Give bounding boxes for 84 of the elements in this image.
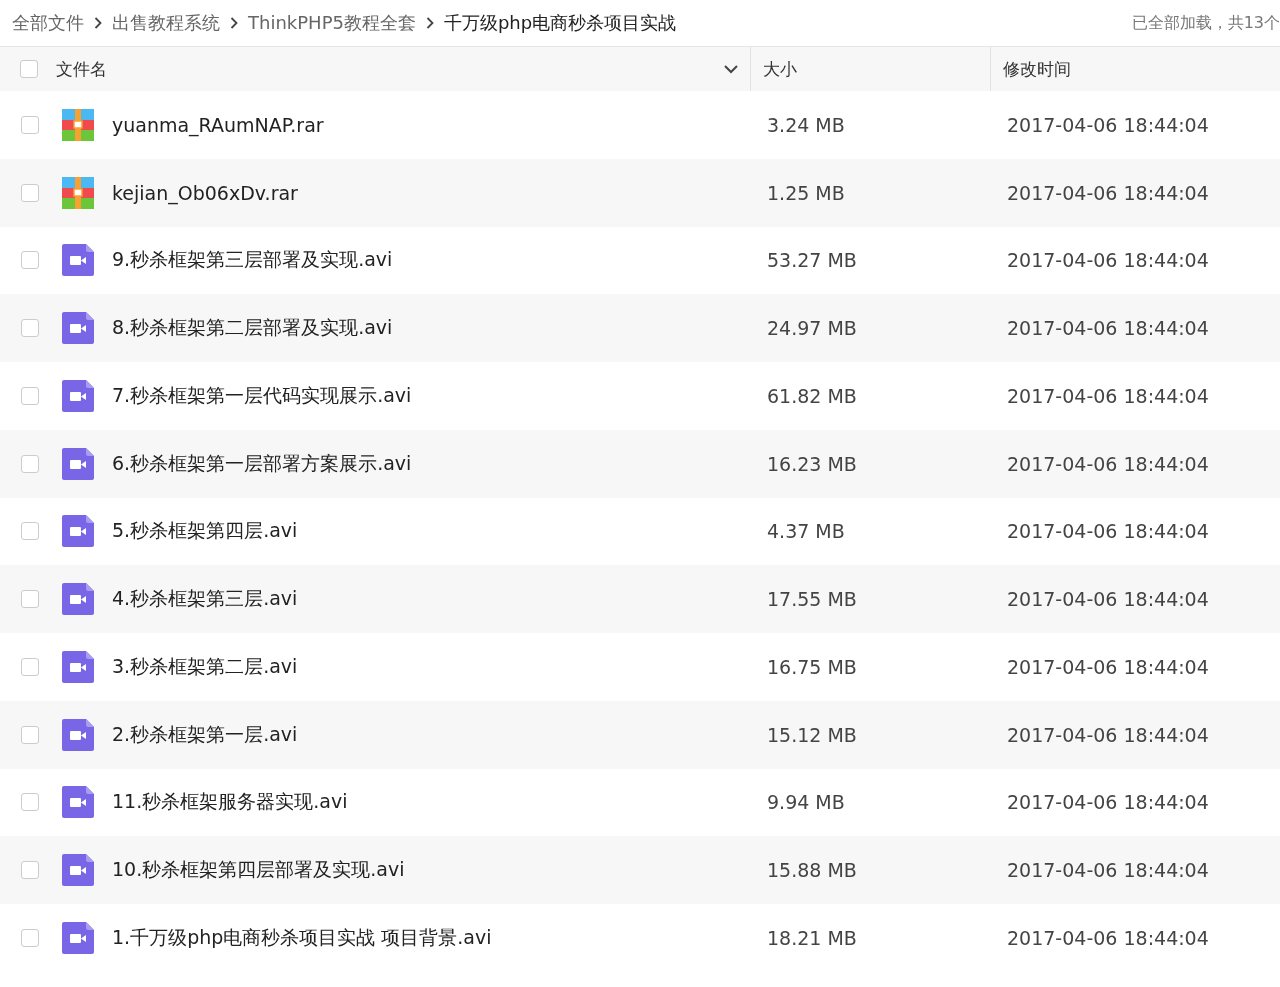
file-name: 7.秒杀框架第一层代码实现展示.avi — [112, 382, 412, 408]
file-name: 3.秒杀框架第二层.avi — [112, 653, 298, 679]
file-size: 61.82 MB — [766, 384, 857, 407]
chevron-right-icon — [230, 17, 238, 29]
row-checkbox[interactable] — [21, 590, 39, 609]
row-checkbox[interactable] — [21, 928, 39, 947]
file-name: 2.秒杀框架第一层.avi — [112, 721, 298, 747]
modified-time: 2017-04-06 18:44:04 — [1006, 520, 1209, 543]
chevron-down-icon[interactable] — [724, 64, 738, 74]
video-file-icon — [62, 650, 94, 683]
file-row[interactable]: 10.秒杀框架第四层部署及实现.avi 15.88 MB 2017-04-06 18:44:04 — [0, 836, 1280, 904]
file-size: 17.55 MB — [766, 588, 857, 611]
modified-time: 2017-04-06 18:44:04 — [1006, 655, 1209, 678]
file-row[interactable]: kejian_Ob06xDv.rar 1.25 MB 2017-04-06 18:44:04 — [0, 158, 1280, 227]
row-checkbox[interactable] — [21, 861, 39, 880]
breadcrumb-link[interactable]: 千万级php电商秒杀项目实战 — [443, 11, 677, 35]
modified-time: 2017-04-06 18:44:04 — [1006, 926, 1209, 949]
file-name: 5.秒杀框架第四层.avi — [112, 518, 298, 544]
modified-time: 2017-04-06 18:44:04 — [1006, 249, 1209, 272]
modified-time: 2017-04-06 18:44:04 — [1006, 588, 1209, 611]
file-size: 4.37 MB — [766, 520, 845, 543]
load-status: 已全部加载，共13个 — [1131, 12, 1280, 34]
file-row[interactable]: 8.秒杀框架第二层部署及实现.avi 24.97 MB 2017-04-06 18:44:04 — [0, 294, 1280, 362]
breadcrumb-link[interactable]: ThinkPHP5教程全套 — [248, 11, 416, 35]
breadcrumb-link[interactable]: 全部文件 — [12, 11, 84, 35]
breadcrumb-link[interactable]: 出售教程系统 — [112, 11, 220, 35]
file-size: 3.24 MB — [766, 113, 845, 136]
file-name: 8.秒杀框架第二层部署及实现.avi — [112, 315, 393, 341]
video-file-icon — [62, 379, 94, 412]
column-header[interactable]: 修改时间 — [1003, 57, 1071, 81]
archive-icon — [62, 176, 94, 209]
video-file-icon — [62, 244, 94, 277]
file-row[interactable]: 6.秒杀框架第一层部署方案展示.avi 16.23 MB 2017-04-06 18:44:04 — [0, 429, 1280, 498]
file-name: kejian_Ob06xDv.rar — [112, 181, 298, 204]
file-name: 9.秒杀框架第三层部署及实现.avi — [112, 247, 393, 273]
row-checkbox[interactable] — [21, 522, 39, 541]
chevron-right-icon — [425, 17, 434, 29]
modified-time: 2017-04-06 18:44:04 — [1006, 384, 1209, 407]
video-file-icon — [62, 921, 94, 954]
video-file-icon — [62, 718, 94, 751]
row-checkbox[interactable] — [21, 183, 39, 202]
select-all-checkbox[interactable] — [20, 60, 38, 78]
column-header[interactable]: 文件名 — [56, 57, 107, 81]
modified-time: 2017-04-06 18:44:04 — [1006, 181, 1209, 204]
column-header[interactable]: 大小 — [763, 57, 797, 81]
video-file-icon — [62, 447, 94, 480]
video-file-icon — [62, 312, 94, 345]
file-name: yuanma_RAumNAP.rar — [112, 113, 324, 136]
modified-time: 2017-04-06 18:44:04 — [1006, 317, 1209, 340]
modified-time: 2017-04-06 18:44:04 — [1006, 452, 1209, 475]
video-file-icon — [62, 583, 94, 616]
row-checkbox[interactable] — [21, 386, 39, 405]
file-name: 11.秒杀框架服务器实现.avi — [112, 789, 348, 815]
modified-time: 2017-04-06 18:44:04 — [1006, 723, 1209, 746]
file-size: 15.88 MB — [766, 859, 857, 882]
row-checkbox[interactable] — [21, 793, 39, 812]
chevron-right-icon — [94, 17, 102, 29]
file-size: 24.97 MB — [766, 317, 857, 340]
row-checkbox[interactable] — [21, 454, 39, 473]
video-file-icon — [62, 515, 94, 548]
file-size: 15.12 MB — [766, 723, 857, 746]
row-checkbox[interactable] — [21, 725, 39, 744]
file-name: 4.秒杀框架第三层.avi — [112, 586, 298, 612]
file-name: 6.秒杀框架第一层部署方案展示.avi — [112, 450, 412, 476]
file-size: 16.23 MB — [766, 452, 857, 475]
archive-icon — [62, 108, 94, 141]
file-name: 1.千万级php电商秒杀项目实战 项目背景.avi — [112, 924, 492, 950]
row-checkbox[interactable] — [21, 251, 39, 270]
file-row[interactable]: 2.秒杀框架第一层.avi 15.12 MB 2017-04-06 18:44:04 — [0, 700, 1280, 769]
row-checkbox[interactable] — [21, 319, 39, 338]
file-size: 53.27 MB — [766, 249, 857, 272]
modified-time: 2017-04-06 18:44:04 — [1006, 113, 1209, 136]
row-checkbox[interactable] — [21, 115, 39, 134]
file-size: 1.25 MB — [766, 181, 845, 204]
file-row[interactable]: 4.秒杀框架第三层.avi 17.55 MB 2017-04-06 18:44:04 — [0, 565, 1280, 633]
file-size: 16.75 MB — [766, 655, 857, 678]
file-size: 9.94 MB — [766, 791, 845, 814]
row-checkbox[interactable] — [21, 657, 39, 676]
modified-time: 2017-04-06 18:44:04 — [1006, 791, 1209, 814]
video-file-icon — [62, 786, 94, 819]
file-name: 10.秒杀框架第四层部署及实现.avi — [112, 857, 405, 883]
modified-time: 2017-04-06 18:44:04 — [1006, 859, 1209, 882]
file-size: 18.21 MB — [766, 926, 857, 949]
video-file-icon — [62, 854, 94, 887]
